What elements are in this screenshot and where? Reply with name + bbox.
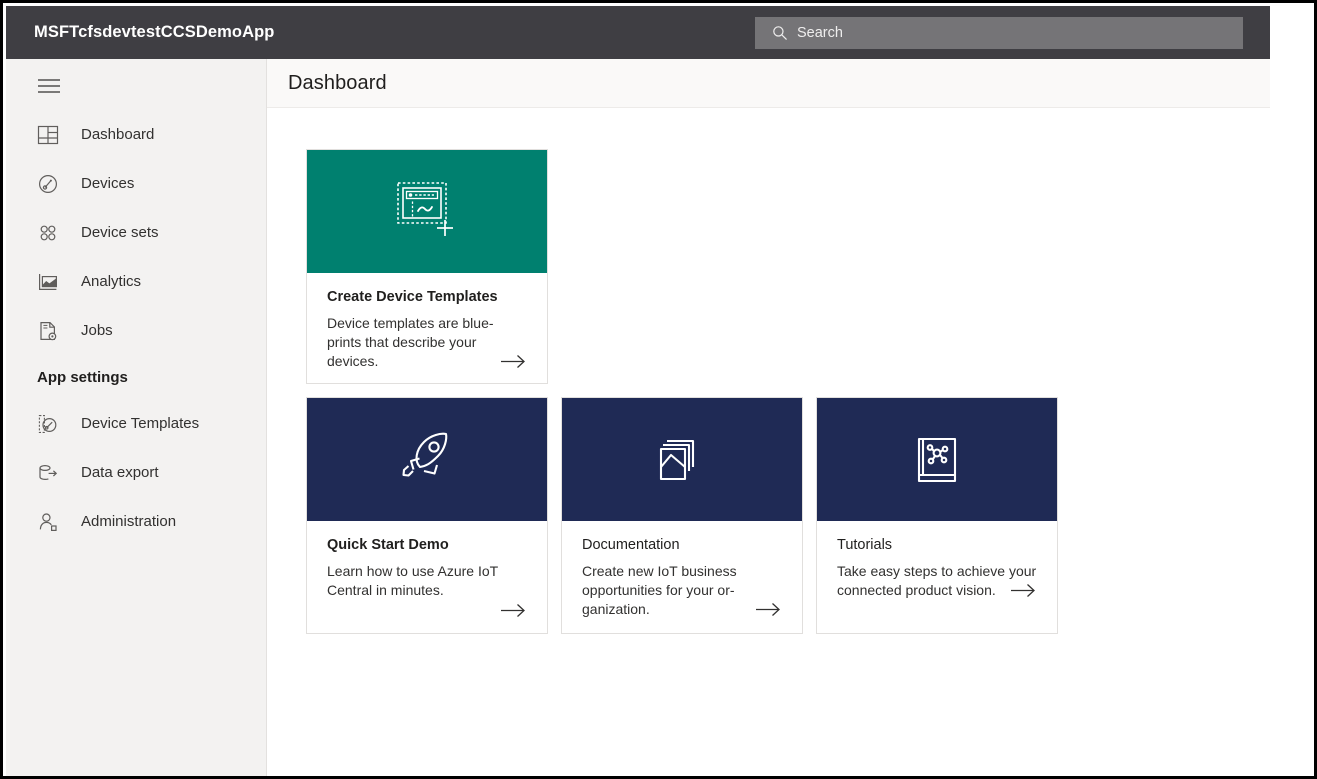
sidebar-item-label: Data export — [81, 464, 159, 481]
sidebar-item-devices[interactable]: Devices — [6, 159, 266, 208]
card-tutorials[interactable]: Tutorials Take easy steps to achieve you… — [816, 397, 1058, 634]
card-banner — [562, 398, 802, 521]
device-sets-circles-icon — [40, 225, 56, 240]
sidebar-item-label: Jobs — [81, 322, 113, 339]
cards-area: Create Device Templates Device templates… — [306, 149, 1058, 634]
rocket-icon — [402, 432, 448, 477]
device-templates-icon — [38, 414, 57, 433]
create-device-template-icon — [397, 181, 453, 236]
administration-person-icon — [39, 512, 57, 531]
dashboard-grid-icon — [37, 125, 59, 144]
card-body: Quick Start Demo Learn how to use Azure … — [307, 521, 547, 633]
card-description-wrap: Device templates are blue-prints that de… — [327, 314, 527, 371]
arrow-right-icon[interactable] — [499, 353, 527, 370]
data-export-icon — [39, 464, 58, 480]
sidebar-item-jobs[interactable]: Jobs — [6, 306, 266, 355]
card-description: Create new IoT business opportunities fo… — [582, 563, 737, 617]
card-banner — [817, 398, 1057, 521]
card-title: Create Device Templates — [327, 289, 498, 305]
top-bar: MSFTcfsdevtestCCSDemoApp Search — [6, 6, 1270, 59]
device-gauge-icon — [39, 174, 57, 193]
sidebar-item-administration[interactable]: Administration — [6, 497, 266, 546]
card-arrow-row — [327, 602, 527, 619]
app-title: MSFTcfsdevtestCCSDemoApp — [34, 23, 275, 41]
card-body: Create Device Templates Device templates… — [307, 273, 547, 383]
hamburger-menu-icon[interactable] — [37, 78, 61, 94]
card-title: Quick Start Demo — [327, 537, 449, 553]
sidebar-item-label: Devices — [81, 175, 135, 192]
jobs-document-gear-icon — [40, 321, 57, 340]
sidebar: Dashboard Devices Device sets Analytics … — [6, 59, 267, 776]
sidebar-item-device-sets[interactable]: Device sets — [6, 208, 266, 257]
page-title: Dashboard — [288, 71, 387, 94]
sidebar-item-dashboard[interactable]: Dashboard — [6, 110, 266, 159]
page-header: Dashboard — [267, 59, 1270, 108]
card-create-device-templates[interactable]: Create Device Templates Device templates… — [306, 149, 548, 384]
card-title: Tutorials — [837, 537, 893, 553]
card-banner — [307, 150, 547, 273]
sidebar-item-label: Device sets — [81, 224, 159, 241]
card-title: Documentation — [582, 537, 680, 553]
sidebar-item-analytics[interactable]: Analytics — [6, 257, 266, 306]
arrow-right-icon[interactable] — [1009, 582, 1037, 599]
book-network-icon — [917, 437, 957, 482]
card-body: Tutorials Take easy steps to achieve you… — [817, 521, 1057, 633]
sidebar-item-label: Analytics — [81, 273, 142, 290]
search-placeholder: Search — [797, 25, 843, 41]
card-banner — [307, 398, 547, 521]
documents-stack-icon — [659, 439, 695, 480]
search-input[interactable]: Search — [755, 17, 1243, 49]
sidebar-item-data-export[interactable]: Data export — [6, 448, 266, 497]
card-description-wrap: Create new IoT business opportunities fo… — [582, 562, 782, 619]
app-window: MSFTcfsdevtestCCSDemoApp Search Dashboar… — [0, 0, 1317, 779]
search-icon — [773, 26, 787, 40]
sidebar-nav-list: Dashboard Devices Device sets Analytics … — [6, 110, 266, 546]
arrow-right-icon[interactable] — [754, 601, 782, 618]
card-description: Learn how to use Azure IoT Central in mi… — [327, 563, 498, 598]
sidebar-item-device-templates[interactable]: Device Templates — [6, 399, 266, 448]
card-description-wrap: Take easy steps to achieve your connecte… — [837, 562, 1037, 600]
analytics-chart-icon — [39, 273, 58, 290]
cards-row: Quick Start Demo Learn how to use Azure … — [306, 397, 1058, 634]
main-content: Create Device Templates Device templates… — [267, 109, 1311, 773]
sidebar-item-label: Administration — [81, 513, 177, 530]
sidebar-item-label: Device Templates — [81, 415, 200, 432]
arrow-right-icon[interactable] — [499, 602, 527, 619]
card-documentation[interactable]: Documentation Create new IoT business op… — [561, 397, 803, 634]
sidebar-section-app-settings: App settings — [37, 368, 128, 386]
card-body: Documentation Create new IoT business op… — [562, 521, 802, 633]
card-description: Take easy steps to achieve your connecte… — [837, 563, 1037, 598]
card-quick-start-demo[interactable]: Quick Start Demo Learn how to use Azure … — [306, 397, 548, 634]
sidebar-item-label: Dashboard — [81, 126, 155, 143]
card-description: Device templates are blue-prints that de… — [327, 315, 494, 369]
